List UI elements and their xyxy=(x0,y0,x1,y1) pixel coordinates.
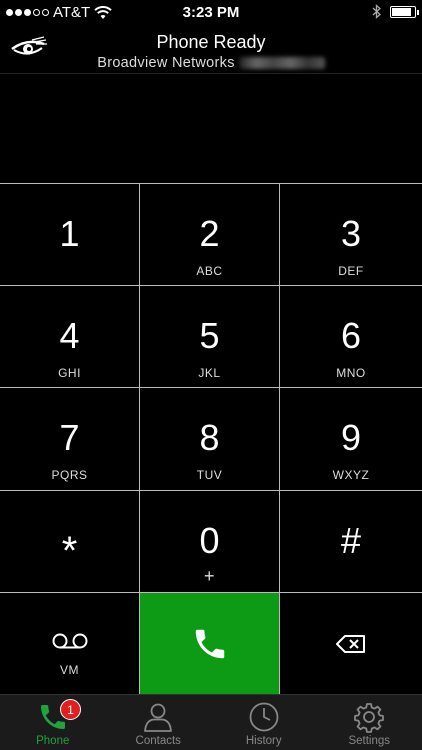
key-digit: 8 xyxy=(199,417,220,459)
account-line: Broadview Networks xyxy=(0,55,422,71)
tab-contacts[interactable]: Contacts xyxy=(106,695,212,750)
page-title: Phone Ready xyxy=(156,32,266,52)
notification-badge: 1 xyxy=(60,699,81,720)
key-letters: GHI xyxy=(58,366,81,381)
key-letters: JKL xyxy=(198,366,221,381)
key-digit: 5 xyxy=(199,315,220,357)
status-time: 3:23 PM xyxy=(182,4,240,21)
tab-history[interactable]: History xyxy=(211,695,317,750)
key-digit: 4 xyxy=(59,315,80,357)
key-3[interactable]: 3 DEF xyxy=(280,184,422,287)
tab-settings[interactable]: Settings xyxy=(317,695,422,750)
key-letters: WXYZ xyxy=(332,468,370,483)
key-7[interactable]: 7 PQRS xyxy=(0,388,140,491)
key-letters: TUV xyxy=(196,468,223,483)
key-digit: 3 xyxy=(340,213,362,254)
number-display xyxy=(0,75,422,183)
key-2[interactable]: 2 ABC xyxy=(140,184,280,287)
key-8[interactable]: 8 TUV xyxy=(140,388,280,491)
key-digit: 7 xyxy=(59,417,80,459)
tab-phone[interactable]: 1 Phone xyxy=(0,695,106,750)
gear-icon xyxy=(354,703,385,733)
key-letters: DEF xyxy=(338,264,364,278)
tab-label: Settings xyxy=(348,735,391,747)
key-letters: MNO xyxy=(336,366,366,381)
key-letters: PQRS xyxy=(51,468,88,483)
status-right xyxy=(372,4,419,19)
backspace-icon xyxy=(336,634,365,653)
key-digit: 6 xyxy=(340,315,362,357)
tab-label: History xyxy=(245,735,282,747)
tab-bar: 1 Phone Contacts History Settings xyxy=(0,694,422,750)
battery-icon xyxy=(390,5,419,18)
key-hash[interactable]: # xyxy=(280,490,422,593)
key-digit: 1 xyxy=(59,213,80,254)
key-digit: 2 xyxy=(199,213,220,254)
key-digit: 0 xyxy=(199,519,220,561)
tab-label: Phone xyxy=(36,735,70,747)
call-button[interactable] xyxy=(140,592,280,695)
dial-keypad: 1 2 ABC 3 DEF 4 GHI 5 JKL 6 MNO 7 PQRS 8… xyxy=(0,183,422,695)
redacted-number xyxy=(238,57,325,70)
key-1[interactable]: 1 xyxy=(0,184,140,287)
voicemail-icon xyxy=(52,633,87,649)
app-header: Phone Ready Broadview Networks xyxy=(0,24,422,74)
key-9[interactable]: 9 WXYZ xyxy=(280,388,422,491)
contacts-icon xyxy=(144,703,173,732)
key-5[interactable]: 5 JKL xyxy=(140,286,280,389)
key-digit: # xyxy=(340,519,362,561)
status-bar: AT&T 3:23 PM xyxy=(0,0,422,24)
provider-name: Broadview Networks xyxy=(97,55,235,71)
voicemail-button[interactable]: VM xyxy=(0,592,140,695)
key-0[interactable]: 0 + xyxy=(140,490,280,593)
key-6[interactable]: 6 MNO xyxy=(280,286,422,389)
key-letters: + xyxy=(203,565,215,586)
voicemail-label: VM xyxy=(60,662,79,677)
key-star[interactable]: * xyxy=(0,490,140,593)
key-digit: 9 xyxy=(340,417,362,459)
clock-icon xyxy=(249,702,279,732)
key-letters: ABC xyxy=(196,264,223,278)
bluetooth-icon xyxy=(372,4,381,19)
phone-handset-icon xyxy=(195,629,224,658)
key-digit: * xyxy=(61,528,78,573)
battery-level xyxy=(392,7,411,16)
backspace-button[interactable] xyxy=(280,592,422,695)
key-4[interactable]: 4 GHI xyxy=(0,286,140,389)
tab-label: Contacts xyxy=(135,735,181,747)
